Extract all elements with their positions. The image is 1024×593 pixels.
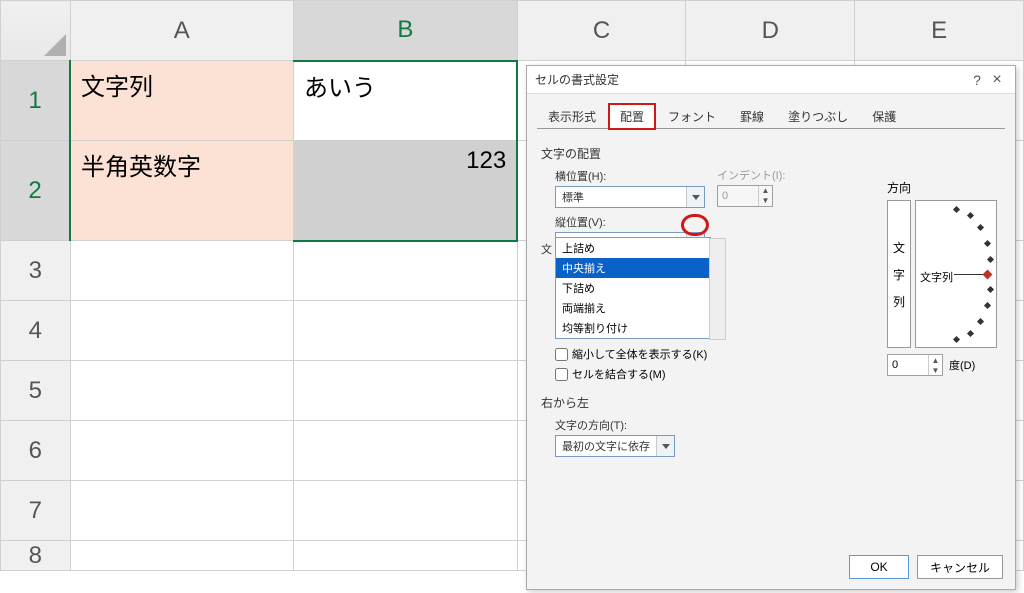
v-option-center[interactable]: 中央揃え (556, 258, 710, 278)
indent-label: インデント(I): (717, 167, 785, 183)
row-header-7[interactable]: 7 (1, 481, 71, 541)
cell-b1[interactable]: あいう (294, 61, 518, 141)
tab-border[interactable]: 罫線 (729, 104, 775, 129)
merge-check-input[interactable] (555, 368, 568, 381)
col-header-c[interactable]: C (517, 1, 686, 61)
arc-dot (984, 240, 991, 247)
select-all-corner[interactable] (1, 1, 71, 61)
arc-dot (984, 302, 991, 309)
cell-a4[interactable] (70, 301, 294, 361)
row-header-4[interactable]: 4 (1, 301, 71, 361)
text-direction-combo[interactable]: 最初の文字に依存 (555, 435, 675, 457)
vert-char-2: 字 (893, 266, 905, 283)
arc-dot (967, 330, 974, 337)
shrink-check-input[interactable] (555, 348, 568, 361)
v-option-distributed[interactable]: 均等割り付け (556, 318, 710, 338)
rtl-group-label: 右から左 (541, 394, 1001, 411)
tab-alignment[interactable]: 配置 (609, 104, 655, 129)
orientation-handle[interactable] (983, 270, 993, 280)
row-header-8[interactable]: 8 (1, 541, 71, 571)
indent-value: 0 (718, 190, 758, 202)
spin-up-icon: ▲ (758, 186, 772, 196)
spin-up-icon[interactable]: ▲ (928, 355, 942, 365)
cell-b8[interactable] (294, 541, 518, 571)
orientation-group: 方向 文 字 列 文字列 (887, 179, 997, 376)
arc-dot (953, 336, 960, 343)
tab-number[interactable]: 表示形式 (537, 104, 607, 129)
horizontal-value: 標準 (556, 189, 686, 205)
vert-char-3: 列 (893, 293, 905, 310)
cell-a1[interactable]: 文字列 (70, 61, 294, 141)
col-header-a[interactable]: A (70, 1, 294, 61)
col-header-b[interactable]: B (294, 1, 518, 61)
indent-spinner: 0 ▲▼ (717, 185, 773, 207)
arc-dot (977, 318, 984, 325)
help-button[interactable]: ? (967, 72, 987, 88)
dialog-body: 文字の配置 横位置(H): 標準 インデント(I): 0 ▲▼ 縦位置(V): … (527, 129, 1015, 467)
tab-fill[interactable]: 塗りつぶし (777, 104, 859, 129)
v-option-top[interactable]: 上詰め (556, 238, 710, 258)
tab-protection[interactable]: 保護 (861, 104, 907, 129)
v-option-justify[interactable]: 両端揃え (556, 298, 710, 318)
orientation-arc[interactable]: 文字列 (915, 200, 997, 348)
col-header-e[interactable]: E (855, 1, 1024, 61)
spin-down-icon: ▼ (758, 196, 772, 206)
cell-b3[interactable] (294, 241, 518, 301)
row-header-2[interactable]: 2 (1, 141, 71, 241)
text-align-group-label: 文字の配置 (541, 145, 1001, 162)
spin-down-icon[interactable]: ▼ (928, 365, 942, 375)
chevron-down-icon[interactable] (686, 187, 704, 207)
arc-dot (953, 206, 960, 213)
cell-a2[interactable]: 半角英数字 (70, 141, 294, 241)
arc-dot (987, 256, 994, 263)
format-cells-dialog: セルの書式設定 ? × 表示形式 配置 フォント 罫線 塗りつぶし 保護 文字の… (526, 65, 1016, 590)
vertical-dropdown-list: 上詰め 中央揃え 下詰め 両端揃え 均等割り付け (555, 237, 711, 339)
cell-a7[interactable] (70, 481, 294, 541)
arc-dot (967, 212, 974, 219)
cell-b6[interactable] (294, 421, 518, 481)
merge-label: セルを結合する(M) (572, 366, 666, 382)
arc-dot (977, 224, 984, 231)
dialog-titlebar[interactable]: セルの書式設定 ? × (527, 66, 1015, 94)
close-button[interactable]: × (987, 71, 1007, 89)
cell-b4[interactable] (294, 301, 518, 361)
cell-b2[interactable]: 123 (294, 141, 518, 241)
vertical-text-button[interactable]: 文 字 列 (887, 200, 911, 348)
degree-value: 0 (888, 359, 928, 371)
text-direction-label: 文字の方向(T): (555, 417, 1001, 433)
degree-spinner[interactable]: 0 ▲▼ (887, 354, 943, 376)
arc-text-label: 文字列 (920, 269, 953, 285)
dialog-tabs: 表示形式 配置 フォント 罫線 塗りつぶし 保護 (527, 94, 1015, 129)
arc-dot (987, 286, 994, 293)
dialog-buttons: OK キャンセル (849, 555, 1003, 579)
ok-button[interactable]: OK (849, 555, 909, 579)
cell-a6[interactable] (70, 421, 294, 481)
degree-label: 度(D) (949, 357, 975, 373)
row-header-5[interactable]: 5 (1, 361, 71, 421)
shrink-label: 縮小して全体を表示する(K) (572, 346, 707, 362)
chevron-down-icon[interactable] (656, 436, 674, 456)
col-header-d[interactable]: D (686, 1, 855, 61)
hidden-text-control-label: 文 (541, 241, 552, 257)
v-option-bottom[interactable]: 下詰め (556, 278, 710, 298)
row-header-6[interactable]: 6 (1, 421, 71, 481)
cell-a3[interactable] (70, 241, 294, 301)
cell-a5[interactable] (70, 361, 294, 421)
cell-b7[interactable] (294, 481, 518, 541)
cancel-button[interactable]: キャンセル (917, 555, 1003, 579)
dialog-title: セルの書式設定 (535, 71, 967, 88)
horizontal-combo[interactable]: 標準 (555, 186, 705, 208)
arc-line (954, 274, 984, 275)
text-direction-value: 最初の文字に依存 (556, 438, 656, 454)
cell-a8[interactable] (70, 541, 294, 571)
orientation-label: 方向 (887, 179, 997, 196)
vert-char-1: 文 (893, 239, 905, 256)
row-header-1[interactable]: 1 (1, 61, 71, 141)
cell-b5[interactable] (294, 361, 518, 421)
row-header-3[interactable]: 3 (1, 241, 71, 301)
tab-font[interactable]: フォント (657, 104, 727, 129)
